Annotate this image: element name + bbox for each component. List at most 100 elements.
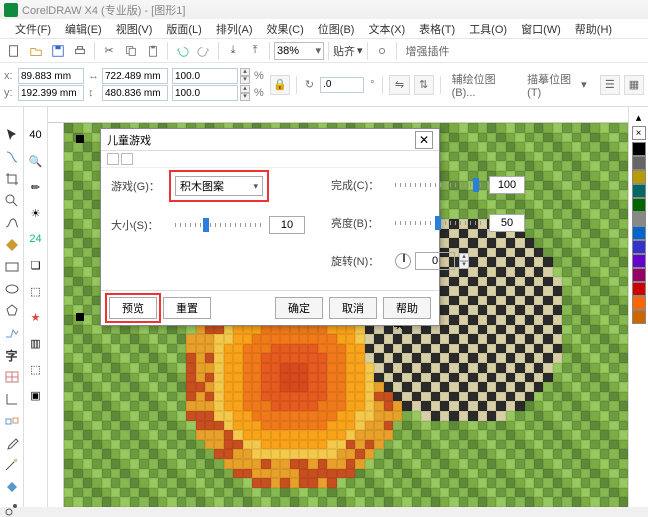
eyedropper-tool-icon[interactable]: [4, 435, 20, 451]
plugin-button[interactable]: 增强插件: [401, 42, 455, 60]
reset-button[interactable]: 重置: [163, 297, 211, 319]
aux-tool-icon[interactable]: ☀: [28, 205, 44, 221]
cut-icon[interactable]: ✂: [99, 41, 119, 61]
aux-tool-icon[interactable]: 40: [28, 127, 44, 143]
aux-tool-icon[interactable]: 🔍: [28, 153, 44, 169]
interactive-fill-icon[interactable]: [4, 501, 20, 517]
connector-tool-icon[interactable]: [4, 391, 20, 407]
prop-icon[interactable]: ☰: [600, 75, 620, 95]
lock-aspect-icon[interactable]: 🔒: [270, 75, 290, 95]
scale-x-input[interactable]: [172, 68, 238, 84]
close-icon[interactable]: ✕: [415, 131, 433, 149]
shapes-tool-icon[interactable]: [4, 325, 20, 341]
paste-icon[interactable]: [143, 41, 163, 61]
smart-fill-icon[interactable]: [4, 237, 20, 253]
width-input[interactable]: [102, 68, 168, 84]
crop-tool-icon[interactable]: [4, 171, 20, 187]
color-swatch[interactable]: [632, 296, 646, 310]
freehand-tool-icon[interactable]: [4, 215, 20, 231]
size-value[interactable]: 10: [269, 216, 305, 234]
menu-item[interactable]: 排列(A): [209, 19, 260, 39]
color-swatch[interactable]: [632, 226, 646, 240]
rotate-spinner[interactable]: ▴▾: [459, 253, 469, 269]
rotate-value[interactable]: 0: [415, 252, 455, 270]
aux-tool-icon[interactable]: 24: [28, 231, 44, 247]
height-input[interactable]: [102, 85, 168, 101]
aux-tool-icon[interactable]: ❏: [28, 257, 44, 273]
color-swatch[interactable]: [632, 240, 646, 254]
preview-large-icon[interactable]: [121, 153, 133, 165]
menu-item[interactable]: 工具(O): [462, 19, 514, 39]
undo-icon[interactable]: [172, 41, 192, 61]
color-swatch[interactable]: [632, 156, 646, 170]
redo-icon[interactable]: [194, 41, 214, 61]
ok-button[interactable]: 确定: [275, 297, 323, 319]
trace-bitmap-button[interactable]: 描摹位图(T)▾: [522, 76, 592, 94]
color-swatch[interactable]: [632, 282, 646, 296]
menu-item[interactable]: 视图(V): [109, 19, 160, 39]
blend-tool-icon[interactable]: [4, 413, 20, 429]
menu-item[interactable]: 版面(L): [159, 19, 208, 39]
palette-up-icon[interactable]: ▴: [636, 111, 642, 124]
snap-group[interactable]: 贴齐▾: [333, 43, 363, 59]
polygon-tool-icon[interactable]: [4, 303, 20, 319]
color-swatch[interactable]: [632, 198, 646, 212]
done-value[interactable]: 100: [489, 176, 525, 194]
color-swatch[interactable]: [632, 212, 646, 226]
no-color-icon[interactable]: [632, 126, 646, 140]
prop-icon[interactable]: ▦: [624, 75, 644, 95]
export-icon[interactable]: ⤒: [245, 41, 265, 61]
aux-tool-icon[interactable]: ★: [28, 309, 44, 325]
spinner[interactable]: ▴▾: [240, 68, 250, 84]
size-slider[interactable]: [175, 223, 261, 227]
zoom-tool-icon[interactable]: [4, 193, 20, 209]
color-swatch[interactable]: [632, 170, 646, 184]
menu-item[interactable]: 帮助(H): [568, 19, 619, 39]
mirror-h-icon[interactable]: ⇋: [389, 75, 409, 95]
color-swatch[interactable]: [632, 310, 646, 324]
edit-bitmap-button[interactable]: 辅绘位图(B)...: [447, 76, 519, 94]
color-swatch[interactable]: [632, 254, 646, 268]
mirror-v-icon[interactable]: ⇅: [414, 75, 434, 95]
spinner[interactable]: ▴▾: [240, 85, 250, 101]
print-icon[interactable]: [70, 41, 90, 61]
ellipse-tool-icon[interactable]: [4, 281, 20, 297]
color-swatch[interactable]: [632, 142, 646, 156]
y-input[interactable]: [18, 85, 84, 101]
done-slider[interactable]: [395, 183, 481, 187]
color-swatch[interactable]: [632, 184, 646, 198]
menu-item[interactable]: 效果(C): [260, 19, 311, 39]
aux-tool-icon[interactable]: ✏: [28, 179, 44, 195]
shape-tool-icon[interactable]: [4, 149, 20, 165]
rectangle-tool-icon[interactable]: [4, 259, 20, 275]
import-icon[interactable]: ⤓: [223, 41, 243, 61]
table-tool-icon[interactable]: [4, 369, 20, 385]
menu-item[interactable]: 编辑(E): [58, 19, 109, 39]
help-button[interactable]: 帮助: [383, 297, 431, 319]
angle-input[interactable]: [320, 77, 364, 93]
pick-tool-icon[interactable]: [4, 127, 20, 143]
menu-item[interactable]: 窗口(W): [514, 19, 568, 39]
cancel-button[interactable]: 取消: [329, 297, 377, 319]
text-tool-icon[interactable]: 字: [4, 347, 20, 363]
zoom-select[interactable]: 38% ▾: [274, 42, 324, 60]
color-swatch[interactable]: [632, 268, 646, 282]
menu-item[interactable]: 位图(B): [311, 19, 362, 39]
new-icon[interactable]: [4, 41, 24, 61]
selection-handle[interactable]: [76, 313, 84, 321]
fill-tool-icon[interactable]: [4, 479, 20, 495]
menu-item[interactable]: 表格(T): [412, 19, 462, 39]
scale-y-input[interactable]: [172, 85, 238, 101]
aux-tool-icon[interactable]: ⬚: [28, 283, 44, 299]
aux-tool-icon[interactable]: ⬚: [28, 361, 44, 377]
rotate-dial[interactable]: [395, 253, 411, 269]
bright-slider[interactable]: [395, 221, 481, 225]
preview-small-icon[interactable]: [107, 153, 119, 165]
open-icon[interactable]: [26, 41, 46, 61]
options-icon[interactable]: [372, 41, 392, 61]
menu-item[interactable]: 文本(X): [361, 19, 412, 39]
selection-handle[interactable]: [76, 135, 84, 143]
aux-tool-icon[interactable]: ▥: [28, 335, 44, 351]
bright-value[interactable]: 50: [489, 214, 525, 232]
menu-item[interactable]: 文件(F): [8, 19, 58, 39]
